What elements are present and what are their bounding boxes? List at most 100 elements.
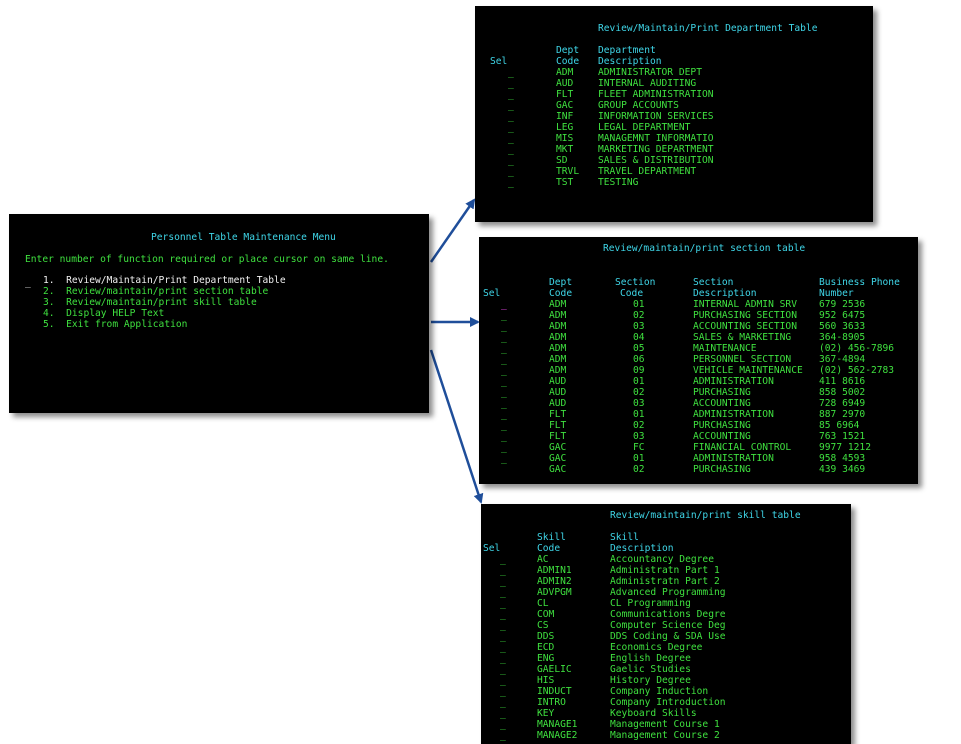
section-description: PERSONNEL SECTION bbox=[693, 354, 792, 365]
select-field[interactable]: _ bbox=[501, 332, 507, 343]
section-code: 02 bbox=[633, 464, 645, 475]
skill-description: History Degree bbox=[610, 675, 691, 686]
select-field[interactable]: _ bbox=[508, 133, 514, 144]
select-field[interactable]: _ bbox=[500, 609, 506, 620]
select-field[interactable]: _ bbox=[508, 144, 514, 155]
select-field[interactable]: _ bbox=[501, 343, 507, 354]
menu-option-number: 2. bbox=[43, 286, 55, 297]
section-header-sec-line1: Section bbox=[615, 277, 656, 288]
menu-option-3[interactable]: 3. Review/maintain/print skill table bbox=[43, 297, 257, 308]
table-row: _ GAELIC Gaelic Studies bbox=[481, 664, 851, 675]
select-field[interactable]: _ bbox=[500, 620, 506, 631]
business-phone: (02) 456-7896 bbox=[819, 343, 895, 354]
select-field[interactable]: _ bbox=[508, 166, 514, 177]
skill-code: KEY bbox=[537, 708, 555, 719]
dept-code: FLT bbox=[549, 420, 567, 431]
section-description: PURCHASING bbox=[693, 464, 751, 475]
section-description: ADMINISTRATION bbox=[693, 453, 774, 464]
select-field[interactable]: _ bbox=[500, 565, 506, 576]
select-field[interactable]: _ bbox=[500, 631, 506, 642]
section-description: MAINTENANCE bbox=[693, 343, 757, 354]
select-field[interactable]: _ bbox=[500, 642, 506, 653]
select-field[interactable]: _ bbox=[500, 587, 506, 598]
menu-option-4[interactable]: 4. Display HELP Text bbox=[43, 308, 164, 319]
select-field[interactable]: _ bbox=[500, 686, 506, 697]
select-field[interactable]: _ bbox=[500, 730, 506, 741]
dept-code: GAC bbox=[549, 464, 567, 475]
section-description: ADMINISTRATION bbox=[693, 376, 774, 387]
table-row: _ AC Accountancy Degree bbox=[481, 554, 851, 565]
select-field[interactable]: _ bbox=[500, 576, 506, 587]
select-field[interactable]: _ bbox=[501, 398, 507, 409]
select-field[interactable]: _ bbox=[501, 299, 507, 310]
skill-code: ADMIN2 bbox=[537, 576, 572, 587]
select-field[interactable]: _ bbox=[508, 100, 514, 111]
section-code: 03 bbox=[633, 431, 645, 442]
dept-description: INFORMATION SERVICES bbox=[598, 111, 714, 122]
select-field[interactable]: _ bbox=[501, 321, 507, 332]
select-field[interactable]: _ bbox=[508, 155, 514, 166]
select-field[interactable]: _ bbox=[501, 453, 507, 464]
menu-option-1[interactable]: 1. Review/Maintain/Print Department Tabl… bbox=[43, 275, 286, 286]
business-phone: 958 4593 bbox=[819, 453, 866, 464]
select-field[interactable]: _ bbox=[501, 354, 507, 365]
select-field[interactable]: _ bbox=[508, 89, 514, 100]
section-description: ADMINISTRATION bbox=[693, 409, 774, 420]
menu-instruction: Enter number of function required or pla… bbox=[25, 254, 389, 265]
skill-code: INDUCT bbox=[537, 686, 572, 697]
dept-header-code-line1: Dept bbox=[556, 45, 580, 56]
select-field[interactable]: _ bbox=[508, 67, 514, 78]
select-field[interactable]: _ bbox=[501, 376, 507, 387]
table-row: _ FLT 01 ADMINISTRATION 887 2970 bbox=[479, 409, 918, 420]
section-description: VEHICLE MAINTENANCE bbox=[693, 365, 803, 376]
select-field[interactable]: _ bbox=[500, 719, 506, 730]
section-code: 02 bbox=[633, 420, 645, 431]
select-field[interactable]: _ bbox=[501, 431, 507, 442]
dept-code: ADM bbox=[549, 354, 567, 365]
dept-code: AUD bbox=[549, 376, 567, 387]
table-row: _ MIS MANAGEMNT INFORMATIO bbox=[475, 133, 873, 144]
skill-description: Economics Degree bbox=[610, 642, 703, 653]
skill-table-screen: Review/maintain/print skill table Skill … bbox=[481, 504, 851, 744]
table-row: _ MKT MARKETING DEPARTMENT bbox=[475, 144, 873, 155]
skill-description: Administratn Part 2 bbox=[610, 576, 720, 587]
select-field[interactable]: _ bbox=[500, 708, 506, 719]
select-field[interactable]: _ bbox=[501, 310, 507, 321]
select-field[interactable]: _ bbox=[501, 442, 507, 453]
select-field[interactable]: _ bbox=[500, 697, 506, 708]
menu-option-2[interactable]: 2. Review/maintain/print section table bbox=[43, 286, 268, 297]
select-field[interactable]: _ bbox=[500, 653, 506, 664]
skill-code: MANAGE1 bbox=[537, 719, 578, 730]
table-row: _ DDS DDS Coding & SDA Use bbox=[481, 631, 851, 642]
skill-code: HIS bbox=[537, 675, 555, 686]
select-field[interactable]: _ bbox=[500, 675, 506, 686]
section-description: PURCHASING bbox=[693, 420, 751, 431]
skill-description: CL Programming bbox=[610, 598, 691, 609]
select-field[interactable]: _ bbox=[501, 420, 507, 431]
select-field[interactable]: _ bbox=[500, 598, 506, 609]
select-field[interactable]: _ bbox=[508, 111, 514, 122]
table-row: _ FLT 03 ACCOUNTING 763 1521 bbox=[479, 431, 918, 442]
skill-header-code-line2: Code bbox=[537, 543, 561, 554]
section-description: PURCHASING bbox=[693, 387, 751, 398]
select-field[interactable]: _ bbox=[501, 365, 507, 376]
select-field[interactable]: _ bbox=[500, 554, 506, 565]
select-field[interactable]: _ bbox=[501, 409, 507, 420]
table-row: _ ADM 09 VEHICLE MAINTENANCE (02) 562-2783 bbox=[479, 365, 918, 376]
section-description: ACCOUNTING SECTION bbox=[693, 321, 797, 332]
skill-description: Advanced Programming bbox=[610, 587, 726, 598]
select-field[interactable]: _ bbox=[508, 122, 514, 133]
menu-option-label: Display HELP Text bbox=[66, 308, 165, 319]
section-code: 03 bbox=[633, 398, 645, 409]
select-field[interactable]: _ bbox=[508, 78, 514, 89]
select-field[interactable]: _ bbox=[500, 664, 506, 675]
select-field[interactable]: _ bbox=[501, 387, 507, 398]
menu-cursor[interactable]: _ bbox=[25, 277, 31, 288]
section-code: FC bbox=[633, 442, 645, 453]
skill-description: Keyboard Skills bbox=[610, 708, 697, 719]
section-description: ACCOUNTING bbox=[693, 431, 751, 442]
dept-code: AUD bbox=[549, 387, 567, 398]
select-field[interactable]: _ bbox=[508, 177, 514, 188]
arrow-to-skill-table bbox=[429, 349, 484, 504]
menu-option-5[interactable]: 5. Exit from Application bbox=[43, 319, 187, 330]
